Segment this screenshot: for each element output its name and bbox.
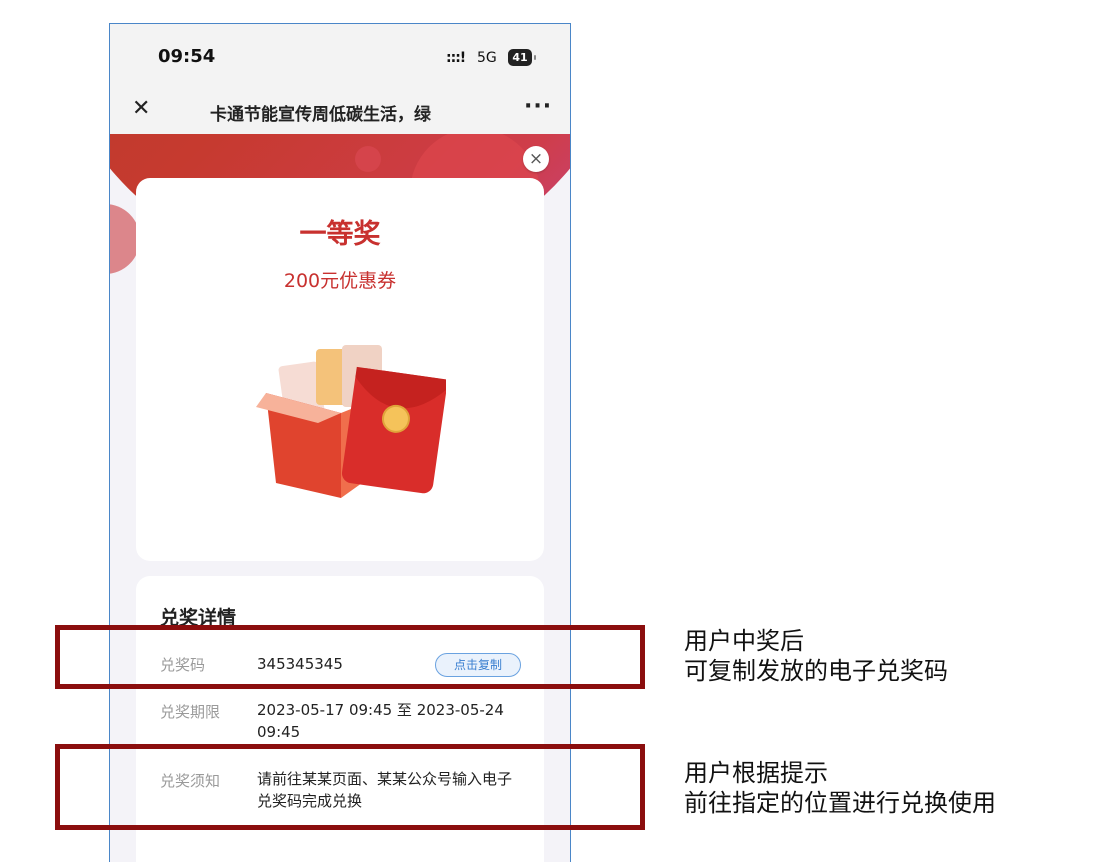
redeem-period-value: 2023-05-17 09:45 至 2023-05-24 09:45 [257,701,504,741]
annotation-line: 用户中奖后 [684,627,804,655]
popup-close-button[interactable]: × [523,146,549,172]
annotation-notice: 用户根据提示 前往指定的位置进行兑换使用 [684,758,996,818]
decor-bubble [355,146,381,172]
prize-title: 一等奖 [299,219,381,250]
close-icon[interactable]: ✕ [132,96,150,121]
gift-image [256,345,446,498]
annotation-line: 可复制发放的电子兑奖码 [684,657,948,685]
highlight-box-notice [55,744,645,830]
annotation-line: 用户根据提示 [684,759,828,787]
signal-icon: :::! [446,50,466,66]
battery-icon: 41 [508,49,536,66]
prize-card: 一等奖 200元优惠券 [136,178,544,561]
annotation-line: 前往指定的位置进行兑换使用 [684,789,996,817]
nav-bar: ✕ 卡通节能宣传周低碳生活，绿 ··· [110,88,570,134]
highlight-box-code [55,625,645,689]
status-bar: 09:54 :::! 5G 41 [110,24,570,88]
status-time: 09:54 [158,46,216,67]
annotation-code: 用户中奖后 可复制发放的电子兑奖码 [684,626,948,686]
more-icon[interactable]: ··· [524,94,552,119]
network-type: 5G [477,50,497,66]
prize-subtitle: 200元优惠券 [283,270,397,292]
phone-screen: 09:54 :::! 5G 41 ✕ 卡通节能宣传周低碳生活，绿 ··· × 一… [109,23,571,862]
redeem-period-label: 兑奖期限 [160,703,221,721]
page-title: 卡通节能宣传周低碳生活，绿 [210,105,431,125]
